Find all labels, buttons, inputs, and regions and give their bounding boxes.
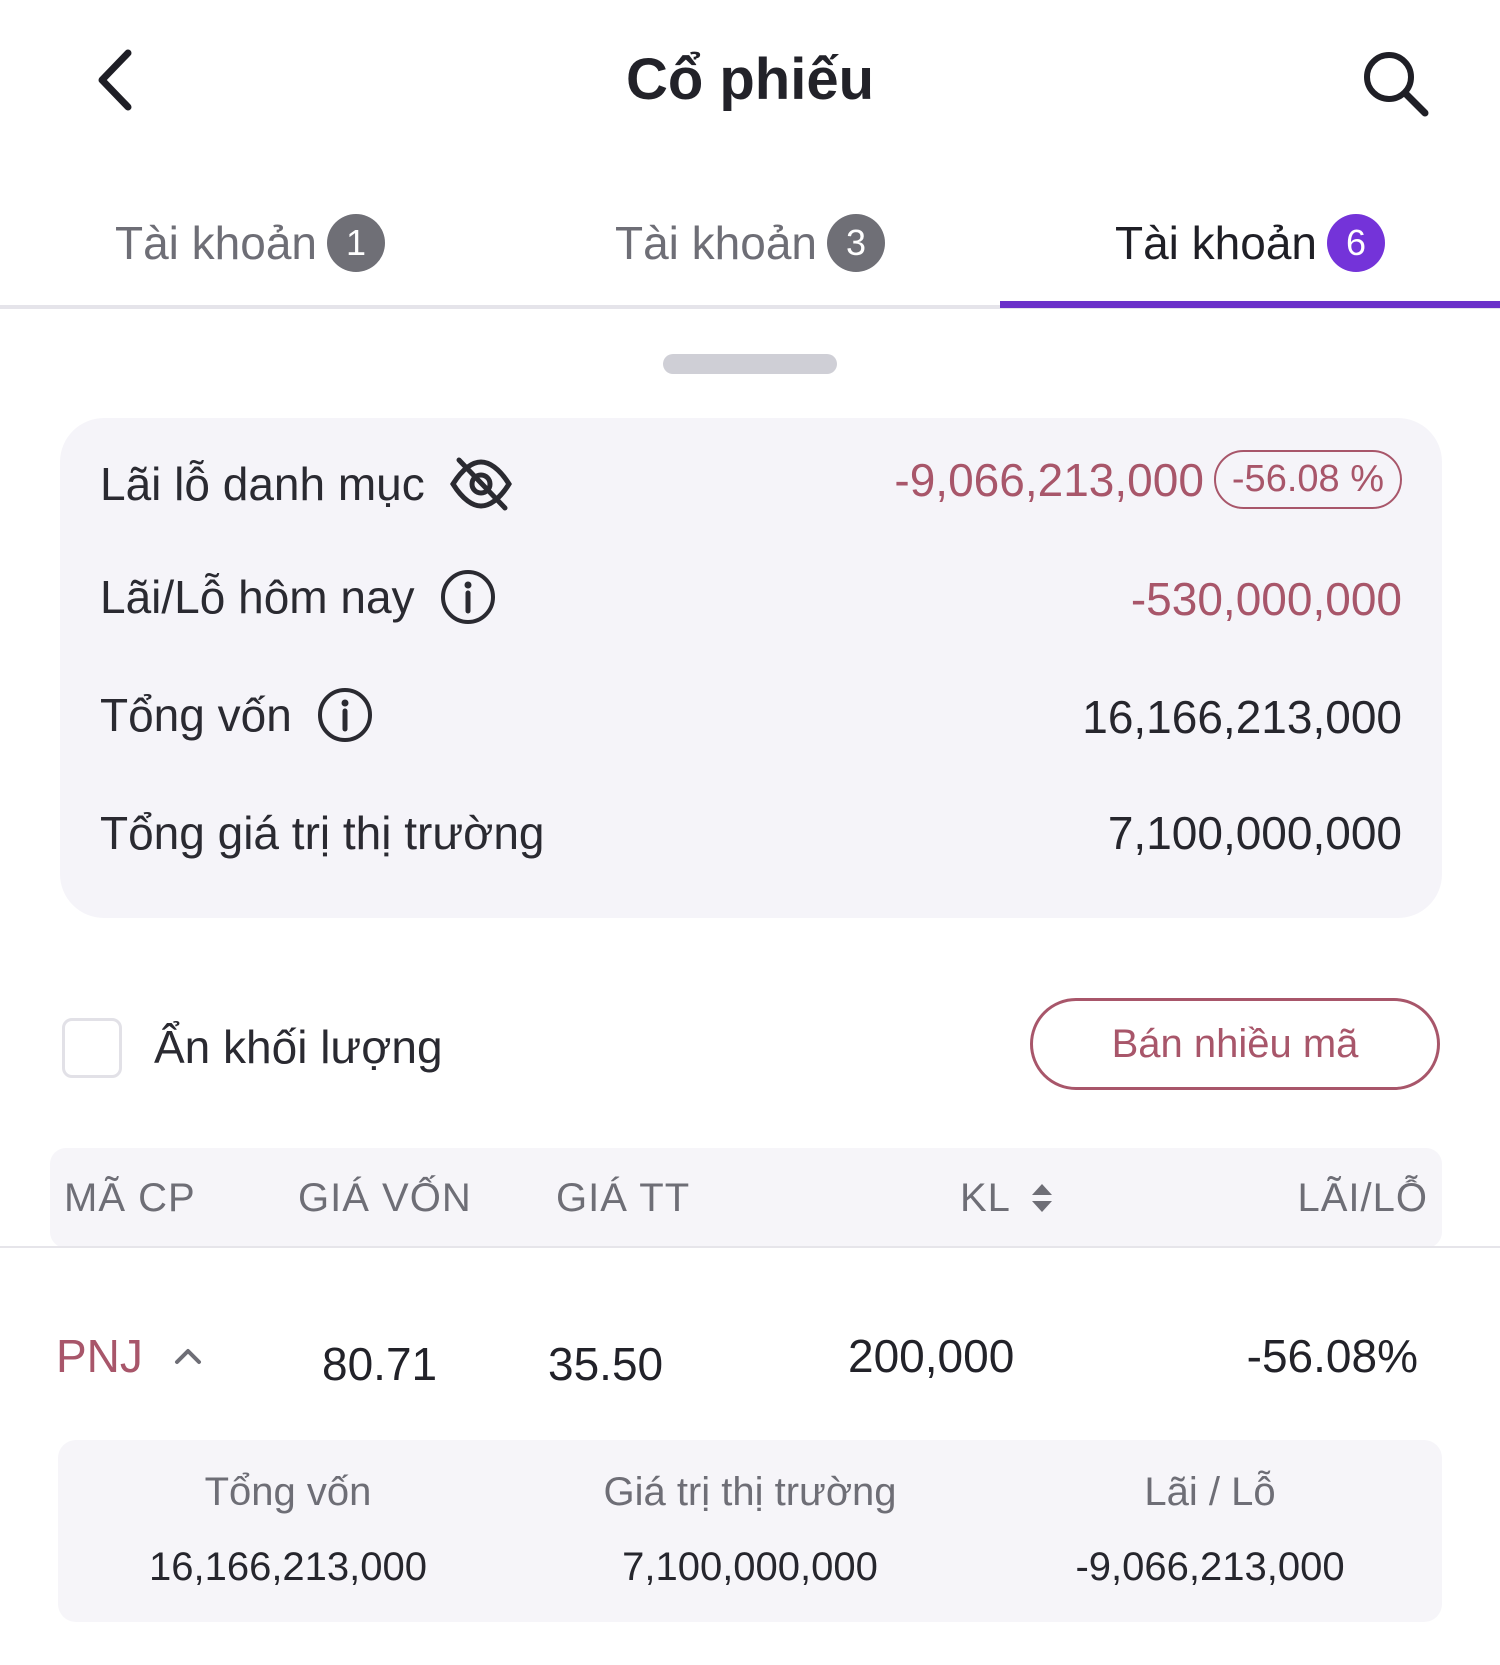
total-market-value-label: Tổng giá trị thị trường (100, 807, 545, 859)
total-capital-value-row: 16,166,213,000 (1082, 690, 1402, 744)
holdings-table-header: MÃ CP GIÁ VỐN GIÁ TT KL LÃI/LỖ (50, 1148, 1442, 1248)
column-header-pl: LÃI/LỖ (1297, 1176, 1428, 1220)
column-header-market-price: GIÁ TT (556, 1176, 691, 1220)
total-market-value-label-row: Tổng giá trị thị trường (100, 806, 544, 860)
cost-price-cell: 80.71 (322, 1338, 438, 1390)
tab-badge: 1 (327, 213, 385, 272)
today-pl-value: -530,000,000 (1130, 573, 1402, 625)
tab-account-3[interactable]: Tài khoản 3 (500, 180, 1000, 305)
chevron-up-icon (174, 1349, 201, 1364)
sell-multiple-button[interactable]: Bán nhiều mã (1030, 998, 1440, 1090)
tab-badge: 3 (827, 213, 885, 272)
detail-capital-label: Tổng vốn (204, 1470, 372, 1514)
tab-label: Tài khoản (1114, 216, 1317, 269)
detail-market-value: Giá trị thị trường 7,100,000,000 (520, 1440, 980, 1590)
drag-handle[interactable] (663, 354, 837, 374)
total-market-value-value-row: 7,100,000,000 (1108, 806, 1402, 860)
info-icon[interactable] (439, 568, 497, 626)
account-tabs: Tài khoản 1 Tài khoản 3 Tài khoản 6 (0, 180, 1500, 310)
chevron-left-icon (98, 49, 132, 111)
detail-pl: Lãi / Lỗ -9,066,213,000 (980, 1440, 1440, 1590)
portfolio-pl-value: -9,066,213,000 (894, 453, 1204, 506)
tab-badge: 6 (1327, 213, 1385, 272)
detail-pl-value: -9,066,213,000 (1075, 1545, 1345, 1589)
today-pl-label: Lãi/Lỗ hôm nay (100, 571, 415, 623)
ticker-symbol: PNJ (56, 1330, 143, 1382)
portfolio-pl-value-row: -9,066,213,000 -56.08 % (894, 450, 1402, 509)
pl-percent-cell: -56.08% (1246, 1330, 1418, 1382)
eye-off-icon[interactable] (449, 456, 513, 512)
detail-capital-value: 16,166,213,000 (148, 1545, 428, 1589)
total-capital-label-row: Tổng vốn (100, 686, 374, 744)
detail-capital: Tổng vốn 16,166,213,000 (58, 1440, 518, 1590)
detail-market-value-label: Giá trị thị trường (603, 1470, 897, 1514)
total-market-value-value: 7,100,000,000 (1107, 807, 1402, 859)
portfolio-summary-card: Lãi lỗ danh mục -9,066,213,000 -56.08 % … (60, 418, 1442, 918)
table-header-divider (0, 1246, 1500, 1248)
search-button[interactable] (1350, 38, 1440, 128)
today-pl-value-row: -530,000,000 (1131, 572, 1402, 626)
tab-account-6[interactable]: Tài khoản 6 (1000, 180, 1500, 305)
sort-icon (1031, 1184, 1052, 1212)
total-capital-value: 16,166,213,000 (1082, 691, 1402, 743)
portfolio-pl-label-row: Lãi lỗ danh mục (100, 456, 513, 512)
search-icon (1364, 52, 1429, 117)
hide-volume-checkbox[interactable] (62, 1018, 122, 1078)
back-button[interactable] (80, 40, 150, 120)
volume-cell: 200,000 (848, 1330, 1015, 1382)
tab-label: Tài khoản (614, 216, 817, 269)
info-icon[interactable] (316, 686, 374, 744)
detail-pl-label: Lãi / Lỗ (1144, 1470, 1276, 1514)
column-header-cost-price: GIÁ VỐN (298, 1176, 472, 1220)
table-row-ticker[interactable]: PNJ (56, 1316, 203, 1396)
active-tab-indicator (1000, 301, 1500, 308)
page-title: Cổ phiếu (625, 47, 875, 112)
column-header-ticker: MÃ CP (64, 1176, 196, 1220)
tab-label: Tài khoản (114, 216, 317, 269)
column-header-volume-label: KL (960, 1176, 1011, 1220)
total-capital-label: Tổng vốn (100, 689, 292, 741)
detail-market-value-value: 7,100,000,000 (622, 1545, 878, 1589)
column-header-volume[interactable]: KL (960, 1148, 1057, 1248)
tab-account-1[interactable]: Tài khoản 1 (0, 180, 500, 305)
market-price-cell: 35.50 (548, 1338, 664, 1390)
portfolio-pl-percent-badge: -56.08 % (1213, 450, 1402, 509)
portfolio-pl-label: Lãi lỗ danh mục (100, 458, 425, 510)
today-pl-label-row: Lãi/Lỗ hôm nay (100, 568, 497, 626)
hide-volume-label: Ẩn khối lượng (154, 1021, 443, 1073)
holding-detail-panel: Tổng vốn 16,166,213,000 Giá trị thị trườ… (58, 1440, 1442, 1622)
